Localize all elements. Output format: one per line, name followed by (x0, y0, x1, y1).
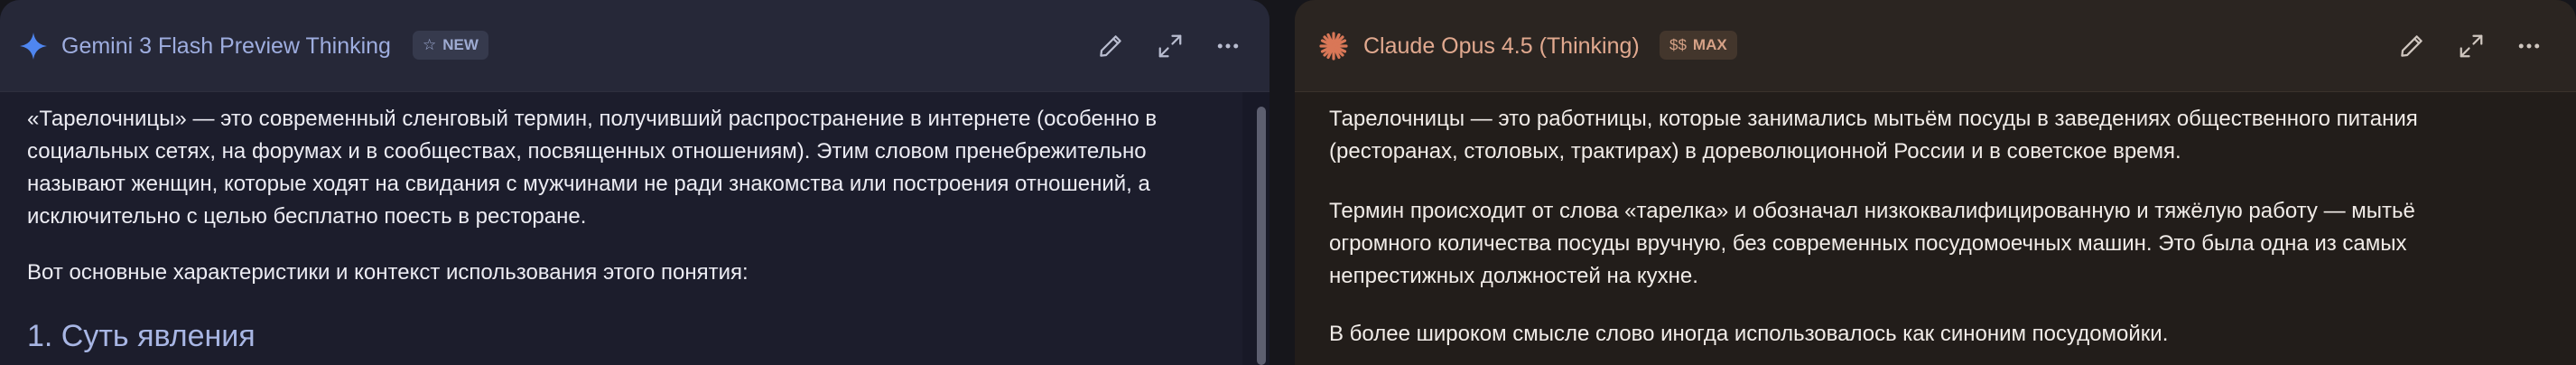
comparison-view: Gemini 3 Flash Preview Thinking ☆ NEW «Т… (0, 0, 2576, 365)
right-panel-header: Claude Opus 4.5 (Thinking) $$ MAX (1295, 0, 2576, 92)
more-options-button[interactable] (1210, 28, 1246, 64)
right-model-panel: Claude Opus 4.5 (Thinking) $$ MAX Тарело… (1295, 0, 2576, 365)
max-badge: $$ MAX (1660, 31, 1737, 60)
right-response-body: Тарелочницы — это работницы, которые зан… (1295, 92, 2576, 365)
response-paragraph: «Тарелочницы» — это современный сленговы… (27, 107, 1158, 229)
more-icon (1217, 43, 1239, 49)
claude-burst-icon (1319, 32, 1348, 61)
response-paragraph: Тарелочницы — это работницы, которые зан… (1329, 107, 2418, 164)
response-paragraph: Термин происходит от слова «тарелка» и о… (1329, 199, 2415, 288)
edit-button[interactable] (2394, 28, 2430, 64)
edit-button[interactable] (1093, 28, 1129, 64)
section-heading: 1. Суть явления (27, 319, 256, 353)
response-paragraph: В более широком смысле слово иногда испо… (1329, 322, 2169, 346)
model-name: Gemini 3 Flash Preview Thinking (61, 33, 391, 59)
badge-label: MAX (1692, 36, 1727, 53)
new-badge: ☆ NEW (413, 31, 488, 60)
more-icon (2518, 43, 2540, 49)
left-model-panel: Gemini 3 Flash Preview Thinking ☆ NEW «Т… (0, 0, 1269, 365)
price-tier-icon: $$ (1669, 36, 1687, 53)
expand-button[interactable] (1152, 28, 1188, 64)
expand-button[interactable] (2453, 28, 2489, 64)
edit-icon (2401, 35, 2423, 57)
scrollbar-thumb[interactable] (1257, 107, 1266, 365)
response-paragraph: Вот основные характеристики и контекст и… (27, 260, 749, 285)
edit-icon (1100, 35, 1121, 57)
left-panel-header: Gemini 3 Flash Preview Thinking ☆ NEW (0, 0, 1269, 92)
expand-icon (2460, 34, 2483, 58)
more-options-button[interactable] (2511, 28, 2547, 64)
left-response-body: «Тарелочницы» — это современный сленговы… (0, 92, 1269, 365)
star-outline-icon: ☆ (423, 36, 437, 53)
expand-icon (1158, 34, 1182, 58)
gemini-sparkle-icon (20, 33, 47, 60)
badge-label: NEW (442, 36, 479, 53)
model-name: Claude Opus 4.5 (Thinking) (1363, 33, 1640, 59)
